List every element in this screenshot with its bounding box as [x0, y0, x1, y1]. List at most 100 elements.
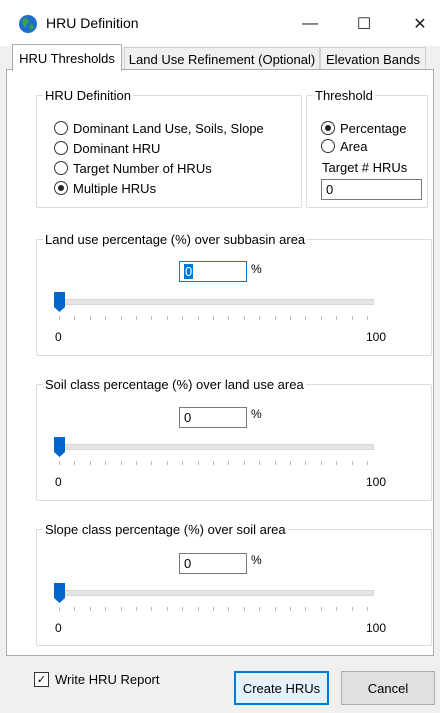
radio-dot[interactable] — [54, 141, 68, 155]
percent-unit: % — [251, 553, 262, 567]
radio-label: Percentage — [340, 120, 407, 136]
tab-hru-thresholds[interactable]: HRU Thresholds — [12, 44, 122, 71]
slider-tick — [213, 607, 214, 611]
soil-class-legend: Soil class percentage (%) over land use … — [45, 377, 304, 392]
slider-tick — [89, 607, 91, 611]
slider-tick — [120, 316, 122, 320]
slider-tick — [136, 316, 137, 320]
soil-class-percent-field[interactable]: 0 — [179, 407, 247, 428]
slider-tick — [274, 316, 276, 320]
slider-min-label: 0 — [55, 475, 62, 489]
radio-area[interactable]: Area — [321, 136, 407, 156]
radio-dot[interactable] — [54, 181, 68, 195]
radio-dot[interactable] — [54, 121, 68, 135]
slider-tick — [151, 316, 153, 320]
slider-tick — [336, 461, 338, 465]
slider-tick — [74, 461, 76, 465]
maximize-button[interactable]: ☐ — [344, 10, 384, 38]
slider-tick — [228, 461, 230, 465]
slider-max-label: 100 — [366, 475, 387, 489]
soil-class-slider-track[interactable] — [54, 444, 374, 450]
slider-tick — [120, 607, 122, 611]
slider-tick — [259, 316, 261, 320]
slider-tick — [120, 461, 122, 465]
slider-tick — [274, 461, 276, 465]
radio-dot[interactable] — [321, 121, 335, 135]
slider-ticks — [54, 461, 372, 465]
target-hrus-label: Target # HRUs — [322, 160, 408, 175]
slider-min-label: 0 — [55, 621, 62, 635]
slider-tick — [305, 316, 307, 320]
slider-tick — [213, 316, 214, 320]
tab-land-use-refinement[interactable]: Land Use Refinement (Optional) — [124, 47, 320, 70]
radio-label: Dominant HRU — [73, 140, 161, 156]
slider-tick — [166, 607, 168, 611]
slider-tick — [305, 607, 307, 611]
slider-tick — [182, 607, 184, 611]
radio-dot[interactable] — [54, 161, 68, 175]
slider-tick — [367, 316, 368, 320]
slider-tick — [59, 461, 60, 465]
slider-tick — [182, 461, 184, 465]
slider-tick — [136, 461, 137, 465]
slider-tick — [166, 461, 168, 465]
hru-definition-legend: HRU Definition — [45, 88, 131, 103]
slope-class-legend: Slope class percentage (%) over soil are… — [45, 522, 286, 537]
slider-tick — [243, 607, 245, 611]
slope-class-percent-field[interactable]: 0 — [179, 553, 247, 574]
tab-elevation-bands[interactable]: Elevation Bands — [320, 47, 426, 70]
slider-max-label: 100 — [366, 330, 387, 344]
slider-tick — [166, 316, 168, 320]
radio-dominant-land-use[interactable]: Dominant Land Use, Soils, Slope — [54, 118, 264, 138]
radio-label: Target Number of HRUs — [73, 160, 212, 176]
radio-percentage[interactable]: Percentage — [321, 118, 407, 138]
slider-tick — [320, 461, 322, 465]
slider-tick — [197, 607, 199, 611]
slider-tick — [197, 461, 199, 465]
slider-tick — [259, 461, 261, 465]
slider-tick — [259, 607, 261, 611]
slider-tick — [320, 607, 322, 611]
radio-label: Dominant Land Use, Soils, Slope — [73, 120, 264, 136]
land-use-legend: Land use percentage (%) over subbasin ar… — [45, 232, 306, 247]
minimize-button[interactable]: — — [290, 10, 330, 38]
slider-min-label: 0 — [55, 330, 62, 344]
radio-target-number[interactable]: Target Number of HRUs — [54, 158, 264, 178]
slider-tick — [197, 316, 199, 320]
slider-tick — [105, 607, 107, 611]
land-use-slider-track[interactable] — [54, 299, 374, 305]
slider-tick — [351, 607, 353, 611]
radio-dominant-hru[interactable]: Dominant HRU — [54, 138, 264, 158]
window-title: HRU Definition — [46, 15, 139, 31]
slider-tick — [228, 316, 230, 320]
radio-dot[interactable] — [321, 139, 335, 153]
percent-unit: % — [251, 262, 262, 276]
target-hrus-field[interactable]: 0 — [321, 179, 422, 200]
slider-tick — [290, 316, 291, 320]
radio-multiple-hrus[interactable]: Multiple HRUs — [54, 178, 264, 198]
close-button[interactable]: ✕ — [400, 10, 440, 38]
slider-tick — [305, 461, 307, 465]
slider-max-label: 100 — [366, 621, 387, 635]
slope-class-slider-track[interactable] — [54, 590, 374, 596]
radio-label: Area — [340, 138, 368, 154]
slider-tick — [274, 607, 276, 611]
slider-tick — [290, 461, 291, 465]
slider-tick — [336, 316, 338, 320]
land-use-percent-field[interactable]: 0 — [179, 261, 247, 282]
percent-unit: % — [251, 407, 262, 421]
threshold-legend: Threshold — [315, 88, 373, 103]
slider-tick — [290, 607, 291, 611]
write-report-checkbox[interactable]: ✓ Write HRU Report — [34, 672, 160, 687]
slider-tick — [228, 607, 230, 611]
slider-tick — [89, 461, 91, 465]
slider-tick — [367, 607, 368, 611]
checkmark-icon[interactable]: ✓ — [34, 672, 49, 687]
globe-icon — [19, 15, 37, 33]
slider-tick — [351, 461, 353, 465]
create-hrus-button[interactable]: Create HRUs — [234, 671, 329, 705]
slider-tick — [182, 316, 184, 320]
cancel-button[interactable]: Cancel — [341, 671, 435, 705]
slider-tick — [336, 607, 338, 611]
slider-tick — [320, 316, 322, 320]
